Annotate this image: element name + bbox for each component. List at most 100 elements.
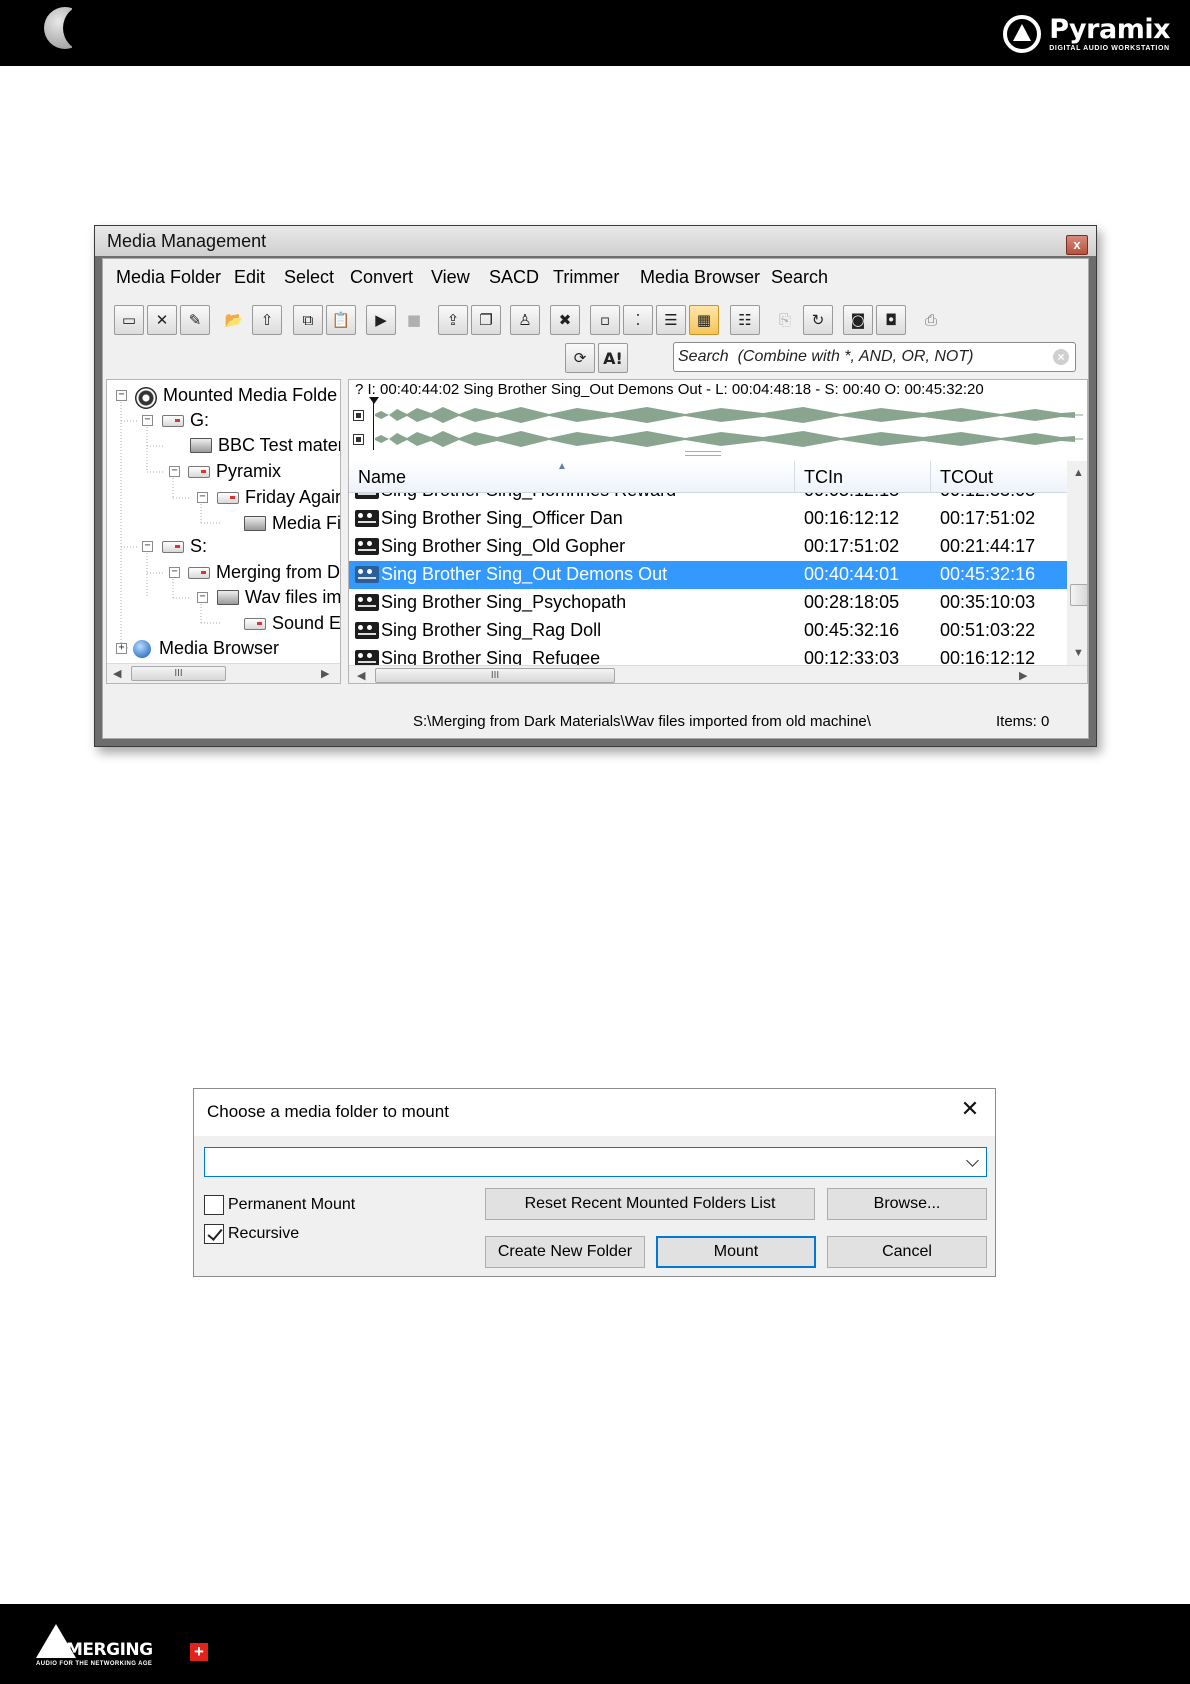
import-icon[interactable]: ⎘ bbox=[770, 305, 800, 335]
column-divider[interactable] bbox=[930, 461, 931, 493]
tree-collapse-wav[interactable]: − bbox=[197, 592, 208, 603]
user-icon[interactable]: ♙ bbox=[510, 305, 540, 335]
list-vertical-scrollbar[interactable]: ▲ ▼ bbox=[1067, 461, 1087, 665]
column-name[interactable]: Name bbox=[358, 467, 406, 488]
auto-refresh-icon[interactable]: ⟳ bbox=[565, 343, 595, 373]
permanent-mount-checkbox[interactable] bbox=[204, 1195, 224, 1215]
folder-path-combobox[interactable] bbox=[204, 1147, 987, 1177]
tree-collapse-root[interactable]: − bbox=[116, 390, 127, 401]
track-1-toggle[interactable] bbox=[353, 410, 364, 421]
column-tcin[interactable]: TCIn bbox=[804, 467, 843, 488]
folder-path-input[interactable] bbox=[209, 1151, 949, 1173]
clear-search-icon[interactable]: × bbox=[1053, 349, 1069, 365]
table-row[interactable]: Sing Brother Sing_Officer Dan 00:16:12:1… bbox=[349, 505, 1067, 533]
menu-media-folder[interactable]: Media Folder bbox=[116, 267, 221, 288]
recursive-checkbox[interactable] bbox=[204, 1224, 224, 1244]
cancel-button[interactable]: Cancel bbox=[827, 1236, 987, 1268]
mount-folder-icon[interactable]: ▭ bbox=[114, 305, 144, 335]
scrollbar-thumb[interactable]: III bbox=[375, 668, 615, 683]
track-2-toggle[interactable] bbox=[353, 434, 364, 445]
tree-collapse-s[interactable]: − bbox=[142, 541, 153, 552]
export-icon[interactable]: ⇪ bbox=[438, 305, 468, 335]
scroll-left-icon[interactable]: ◀ bbox=[357, 669, 365, 682]
tree-collapse-g[interactable]: − bbox=[142, 415, 153, 426]
table-row[interactable]: Sing Brother Sing_Old Gopher 00:17:51:02… bbox=[349, 533, 1067, 561]
tree-item-bbc[interactable]: BBC Test materi bbox=[190, 434, 341, 456]
refresh-icon[interactable]: ↻ bbox=[803, 305, 833, 335]
table-row[interactable]: Sing Brother Sing_Rag Doll 00:45:32:16 0… bbox=[349, 617, 1067, 645]
tree-item-media-browser[interactable]: Media Browser bbox=[133, 637, 279, 659]
pane-splitter-handle[interactable] bbox=[685, 451, 721, 456]
window-close-button[interactable]: x bbox=[1066, 235, 1088, 255]
remove-media-icon[interactable]: ✖ bbox=[550, 305, 580, 335]
tree-expand-media-browser[interactable]: + bbox=[116, 643, 127, 654]
table-row[interactable]: Sing Brother Sing_Refugee 00:12:33:03 00… bbox=[349, 645, 1067, 665]
menu-media-browser[interactable]: Media Browser bbox=[640, 267, 760, 288]
tree-item-pyramix[interactable]: Pyramix bbox=[188, 460, 281, 482]
scrollbar-thumb[interactable]: III bbox=[131, 666, 226, 681]
paste-icon[interactable]: 📋 bbox=[326, 305, 356, 335]
create-new-folder-button[interactable]: Create New Folder bbox=[485, 1236, 645, 1268]
copy-icon[interactable]: ⧉ bbox=[293, 305, 323, 335]
search-field[interactable]: × bbox=[673, 342, 1076, 372]
details-view-icon[interactable]: ▦ bbox=[689, 305, 719, 335]
table-row[interactable]: Sing Brother Sing_Psychopath 00:28:18:05… bbox=[349, 589, 1067, 617]
menu-sacd[interactable]: SACD bbox=[489, 267, 539, 288]
scroll-left-icon[interactable]: ◀ bbox=[113, 667, 121, 680]
menu-convert[interactable]: Convert bbox=[350, 267, 413, 288]
scroll-down-icon[interactable]: ▼ bbox=[1073, 647, 1084, 659]
large-icons-view-icon[interactable]: ▫ bbox=[590, 305, 620, 335]
menu-trimmer[interactable]: Trimmer bbox=[553, 267, 619, 288]
clip-remove-icon[interactable]: ◘ bbox=[876, 305, 906, 335]
tree-item-label: BBC Test materi bbox=[218, 434, 341, 455]
duplicate-icon[interactable]: ❐ bbox=[471, 305, 501, 335]
column-divider[interactable] bbox=[794, 461, 795, 493]
scrollbar-thumb[interactable] bbox=[1070, 584, 1087, 606]
window-titlebar[interactable]: Media Management x bbox=[95, 226, 1096, 256]
search-input[interactable] bbox=[678, 346, 1033, 368]
tree-item-friday[interactable]: Friday Agair bbox=[217, 486, 340, 508]
tree-item-merging[interactable]: Merging from D bbox=[188, 561, 340, 583]
print-icon[interactable]: ⎙ bbox=[916, 305, 946, 335]
table-row[interactable]: Sing Brother Sing_Homnnes Reward 00:05:1… bbox=[349, 493, 1067, 505]
reset-recent-folders-button[interactable]: Reset Recent Mounted Folders List bbox=[485, 1188, 815, 1220]
tree-collapse-merging[interactable]: − bbox=[169, 567, 180, 578]
browse-button[interactable]: Browse... bbox=[827, 1188, 987, 1220]
menu-edit[interactable]: Edit bbox=[234, 267, 265, 288]
properties-icon[interactable]: ☷ bbox=[730, 305, 760, 335]
menu-search[interactable]: Search bbox=[771, 267, 828, 288]
recursive-option[interactable]: Recursive bbox=[204, 1223, 299, 1245]
tree-collapse-pyramix[interactable]: − bbox=[169, 466, 180, 477]
menu-view[interactable]: View bbox=[431, 267, 470, 288]
small-icons-view-icon[interactable]: ⁚ bbox=[623, 305, 653, 335]
chevron-down-icon[interactable] bbox=[966, 1154, 979, 1167]
tree-item-wav-files[interactable]: Wav files im bbox=[217, 586, 340, 608]
tree-item-drive-g[interactable]: G: bbox=[162, 409, 209, 431]
edit-folder-icon[interactable]: ✎ bbox=[180, 305, 210, 335]
scroll-right-icon[interactable]: ▶ bbox=[1019, 669, 1027, 682]
menu-select[interactable]: Select bbox=[284, 267, 334, 288]
tree-item-mounted-media[interactable]: Mounted Media Folde bbox=[135, 384, 337, 409]
scroll-up-icon[interactable]: ▲ bbox=[1073, 467, 1084, 479]
permanent-mount-option[interactable]: Permanent Mount bbox=[204, 1194, 355, 1216]
tree-collapse-friday[interactable]: − bbox=[197, 492, 208, 503]
folder-up-icon[interactable]: ⇧ bbox=[252, 305, 282, 335]
stop-icon[interactable]: ■ bbox=[399, 305, 429, 335]
tree-horizontal-scrollbar[interactable]: ◀ III ▶ bbox=[107, 663, 340, 683]
unmount-folder-icon[interactable]: ✕ bbox=[147, 305, 177, 335]
table-row-selected[interactable]: Sing Brother Sing_Out Demons Out 00:40:4… bbox=[349, 561, 1067, 589]
open-folder-icon[interactable]: 📂 bbox=[219, 305, 249, 335]
match-case-icon[interactable]: A! bbox=[598, 343, 628, 373]
list-horizontal-scrollbar[interactable]: ◀ III ▶ bbox=[349, 665, 1087, 683]
list-view-icon[interactable]: ☰ bbox=[656, 305, 686, 335]
waveform-display[interactable] bbox=[371, 402, 1083, 450]
tree-item-sound-effects[interactable]: Sound Ef bbox=[244, 612, 340, 634]
tree-item-media-files[interactable]: Media Fi bbox=[244, 512, 340, 534]
play-icon[interactable]: ▶ bbox=[366, 305, 396, 335]
dialog-close-button[interactable]: ✕ bbox=[955, 1095, 985, 1125]
column-tcout[interactable]: TCOut bbox=[940, 467, 993, 488]
clip-add-icon[interactable]: ◙ bbox=[843, 305, 873, 335]
scroll-right-icon[interactable]: ▶ bbox=[321, 667, 329, 680]
mount-button[interactable]: Mount bbox=[656, 1236, 816, 1268]
tree-item-drive-s[interactable]: S: bbox=[162, 535, 207, 557]
